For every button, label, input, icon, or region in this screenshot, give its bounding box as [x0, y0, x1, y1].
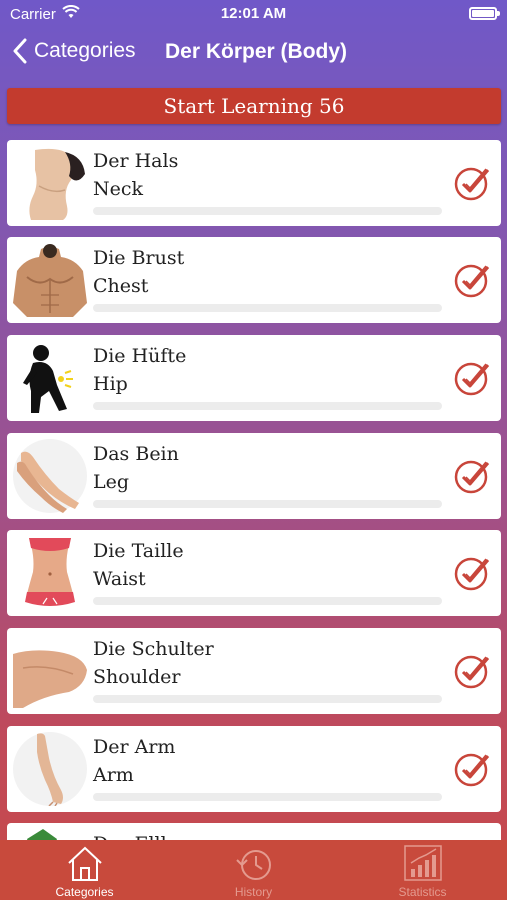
progress-bar — [93, 597, 442, 605]
tab-statistics[interactable]: Statistics — [338, 840, 507, 900]
status-time: 12:01 AM — [220, 5, 287, 22]
german-word: Die Schulter — [93, 638, 214, 660]
progress-bar — [93, 695, 442, 703]
german-word: Das Bein — [93, 443, 179, 465]
list-item[interactable]: Die Brust Chest — [7, 237, 501, 323]
tab-bar: Categories History Statistics — [0, 840, 507, 900]
status-bar: Carrier 12:01 AM — [0, 0, 507, 28]
navigation-bar: Categories Der Körper (Body) — [0, 30, 507, 76]
german-word: Die Hüfte — [93, 345, 187, 367]
history-icon — [236, 850, 271, 880]
german-word: Der Hals — [93, 150, 179, 172]
back-button[interactable]: Categories — [12, 38, 136, 64]
checkmark-icon[interactable] — [453, 359, 491, 397]
checkmark-icon[interactable] — [453, 261, 491, 299]
list-item[interactable]: Die Taille Waist — [7, 530, 501, 616]
progress-bar — [93, 793, 442, 801]
progress-bar — [93, 500, 442, 508]
page-title: Der Körper (Body) — [165, 40, 348, 63]
legs-photo-icon — [13, 439, 87, 513]
progress-bar — [93, 207, 442, 215]
arm-photo-icon — [13, 732, 87, 806]
checkmark-icon[interactable] — [453, 652, 491, 690]
home-icon — [68, 846, 102, 881]
back-button-label: Categories — [34, 39, 136, 62]
english-word: Hip — [93, 373, 128, 395]
chevron-left-icon — [13, 38, 27, 64]
shoulder-photo-icon — [13, 634, 87, 708]
checkmark-icon[interactable] — [453, 457, 491, 495]
neck-photo-icon — [13, 146, 87, 220]
tab-label: History — [234, 885, 273, 899]
statistics-icon — [404, 845, 442, 881]
tab-history[interactable]: History — [169, 840, 338, 900]
english-word: Arm — [93, 764, 134, 786]
list-item[interactable]: Die Hüfte Hip — [7, 335, 501, 421]
waist-photo-icon — [13, 536, 87, 610]
checkmark-icon[interactable] — [453, 750, 491, 788]
list-item[interactable]: Der Hals Neck — [7, 140, 501, 226]
german-word: Die Taille — [93, 540, 184, 562]
english-word: Shoulder — [93, 666, 181, 688]
german-word: Die Brust — [93, 247, 185, 269]
tab-label: Categories — [55, 885, 114, 899]
checkmark-icon[interactable] — [453, 164, 491, 202]
start-learning-button[interactable]: Start Learning 56 — [7, 88, 501, 124]
tab-categories[interactable]: Categories — [0, 840, 169, 900]
list-item[interactable]: Das Bein Leg — [7, 433, 501, 519]
hip-pain-icon — [13, 341, 87, 415]
english-word: Waist — [93, 568, 146, 590]
german-word: Der Arm — [93, 736, 176, 758]
tab-label: Statistics — [398, 885, 447, 899]
list-item[interactable]: Der Arm Arm — [7, 726, 501, 812]
english-word: Neck — [93, 178, 144, 200]
battery-icon — [469, 7, 500, 20]
progress-bar — [93, 304, 442, 312]
progress-bar — [93, 402, 442, 410]
chest-photo-icon — [13, 243, 87, 317]
english-word: Leg — [93, 471, 130, 493]
english-word: Chest — [93, 275, 149, 297]
list-item[interactable]: Die Schulter Shoulder — [7, 628, 501, 714]
checkmark-icon[interactable] — [453, 554, 491, 592]
